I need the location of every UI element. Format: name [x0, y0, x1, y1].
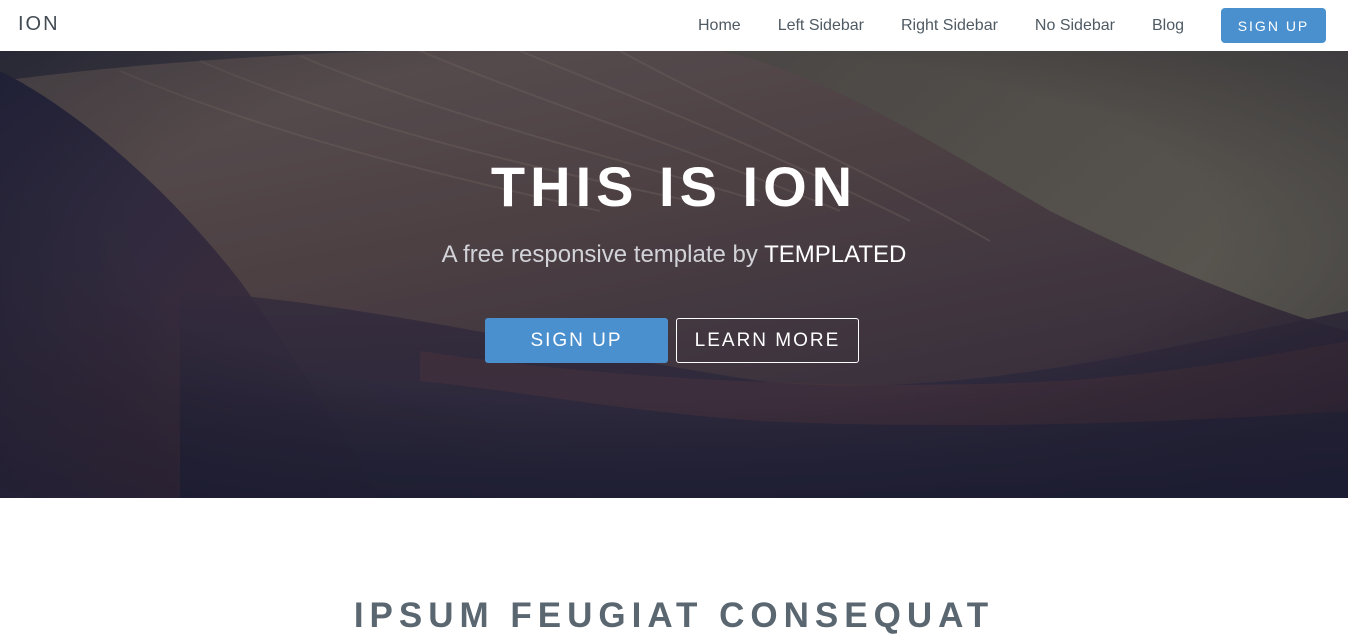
hero-banner: THIS IS ION A free responsive template b… — [0, 51, 1348, 498]
nav-left-sidebar[interactable]: Left Sidebar — [778, 17, 864, 35]
nav-home[interactable]: Home — [698, 17, 741, 35]
hero-learn-more-button[interactable]: LEARN MORE — [676, 318, 859, 363]
site-header: ION Home Left Sidebar Right Sidebar No S… — [0, 0, 1348, 51]
hero-subtitle: A free responsive template by TEMPLATED — [0, 241, 1348, 269]
nav-right-sidebar[interactable]: Right Sidebar — [901, 17, 998, 35]
nav-no-sidebar[interactable]: No Sidebar — [1035, 17, 1115, 35]
nav-blog[interactable]: Blog — [1152, 17, 1184, 35]
hero-subtitle-text: A free responsive template by — [441, 241, 765, 268]
main-nav: Home Left Sidebar Right Sidebar No Sideb… — [698, 8, 1326, 43]
hero-background-image — [0, 51, 1348, 498]
hero-signup-button[interactable]: SIGN UP — [485, 318, 668, 363]
site-logo[interactable]: ION — [18, 13, 60, 36]
header-signup-button[interactable]: SIGN UP — [1221, 8, 1326, 43]
hero-subtitle-brand-link[interactable]: TEMPLATED — [764, 241, 906, 268]
hero-title: THIS IS ION — [490, 155, 858, 218]
section-heading: IPSUM FEUGIAT CONSEQUAT — [353, 596, 995, 635]
hero-actions: SIGN UP LEARN MORE — [485, 318, 859, 363]
